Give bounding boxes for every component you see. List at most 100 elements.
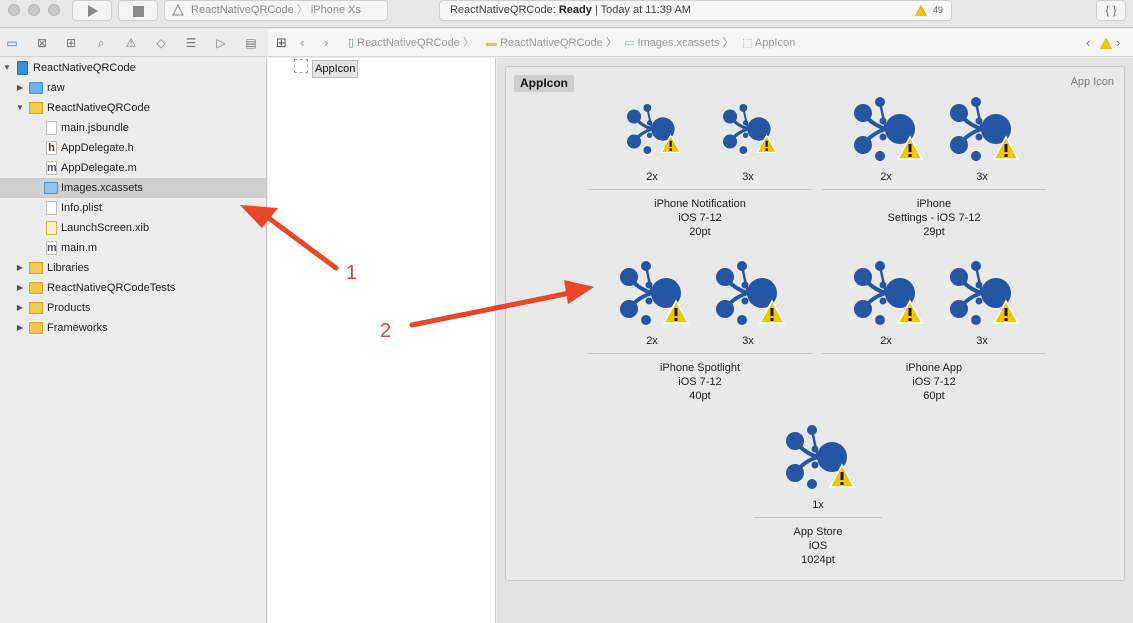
warning-icon[interactable] (1099, 29, 1113, 57)
disclosure-open-icon[interactable]: ▼ (15, 98, 25, 118)
jump-bar: ⊞ ‹ › ▯ ReactNativeQRCode 〉 ▬ ReactNativ… (268, 29, 1133, 57)
toolbar: ReactNativeQRCode 〉 iPhone Xs ReactNativ… (0, 0, 1133, 28)
app-icon-slot[interactable] (627, 104, 682, 154)
stop-button[interactable] (118, 0, 158, 21)
group-platform: Settings - iOS 7-12 (887, 212, 981, 224)
app-target-icon (172, 3, 184, 16)
appicon-set: AppIcon App Icon 2x 3x iPhone Notificati… (505, 66, 1125, 581)
project-navigator: ▼ ReactNativeQRCode ▶ raw ▼ ReactNativeQ… (0, 58, 267, 623)
tree-item-label: Frameworks (47, 322, 108, 334)
breadcrumb-xcassets[interactable]: ▭ Images.xcassets 〉 (624, 29, 733, 57)
asset-catalog-icon (44, 182, 58, 194)
navigator-selector-bar: ▭ ⊠ ⊞ ⌕ ⚠ ◇ ☰ ▷ ▤ (0, 29, 267, 57)
tree-item-label: ReactNativeQRCodeTests (47, 282, 176, 294)
tree-item-raw[interactable]: ▶ raw (0, 78, 266, 98)
disclosure-closed-icon[interactable]: ▶ (15, 318, 25, 338)
debug-navigator-icon[interactable]: ☰ (183, 35, 199, 51)
group-divider (822, 189, 1046, 190)
disclosure-closed-icon[interactable]: ▶ (15, 258, 25, 278)
tree-item-label: ReactNativeQRCode (47, 102, 150, 114)
group-title: iPhone Spotlight (659, 362, 741, 374)
next-issue-icon[interactable]: › (1116, 29, 1120, 57)
activity-viewer: ReactNativeQRCode: Ready | Today at 11:3… (439, 0, 952, 21)
tree-item-group[interactable]: ▼ ReactNativeQRCode (0, 98, 266, 118)
chevron-right-icon: 〉 (605, 37, 617, 49)
chevron-right-icon: 〉 (462, 37, 474, 49)
tree-item-project[interactable]: ▼ ReactNativeQRCode (0, 58, 266, 78)
zoom-window-button[interactable] (48, 4, 60, 16)
group-label-appstore: App Store iOS 1024pt (754, 525, 882, 567)
app-icon-slot[interactable] (950, 97, 1020, 161)
scale-label: 1x (812, 499, 824, 511)
tree-item-appdelegate-h[interactable]: h AppDelegate.h (0, 138, 266, 158)
group-divider (822, 353, 1046, 354)
group-size: 40pt (689, 390, 711, 402)
related-items-icon[interactable]: ⊞ (276, 29, 287, 57)
breakpoint-navigator-icon[interactable]: ▷ (213, 35, 229, 51)
app-icon-slot[interactable] (950, 261, 1020, 325)
warning-count: 49 (932, 5, 943, 15)
breadcrumb-appicon[interactable]: ⬚ AppIcon (742, 29, 795, 57)
app-icon-slot[interactable] (723, 104, 778, 154)
tree-item-images-xcassets[interactable]: Images.xcassets (0, 178, 266, 198)
asset-editor: AppIcon App Icon 2x 3x iPhone Notificati… (497, 58, 1133, 623)
app-icon-slot[interactable] (786, 425, 856, 489)
code-review-button[interactable]: { } (1096, 0, 1126, 21)
app-icon-slot[interactable] (620, 261, 690, 325)
warning-count-badge[interactable]: 49 (915, 1, 943, 20)
tree-item-label: Images.xcassets (61, 182, 143, 194)
scale-label: 2x (880, 335, 892, 347)
tree-item-label: ReactNativeQRCode (33, 62, 136, 74)
tree-item-label: main.jsbundle (61, 122, 129, 134)
minimize-window-button[interactable] (28, 4, 40, 16)
group-divider (588, 353, 812, 354)
scheme-selector[interactable]: ReactNativeQRCode 〉 iPhone Xs (164, 0, 388, 21)
disclosure-closed-icon[interactable]: ▶ (15, 298, 25, 318)
activity-project: ReactNativeQRCode: (450, 4, 556, 16)
group-size: 29pt (923, 226, 945, 238)
group-platform: iOS 7-12 (678, 376, 722, 388)
project-navigator-icon[interactable]: ▭ (4, 35, 20, 51)
issue-navigator-icon[interactable]: ⚠ (123, 35, 139, 51)
tree-item-main-jsbundle[interactable]: main.jsbundle (0, 118, 266, 138)
find-navigator-icon[interactable]: ⌕ (93, 35, 109, 51)
annotation-label-1: 1 (346, 262, 358, 284)
tree-item-libraries[interactable]: ▶ Libraries (0, 258, 266, 278)
disclosure-open-icon[interactable]: ▼ (2, 58, 12, 78)
group-label-spotlight: iPhone Spotlight iOS 7-12 40pt (588, 361, 812, 403)
source-control-navigator-icon[interactable]: ⊠ (34, 35, 50, 51)
folder-yellow-icon (29, 302, 43, 314)
app-icon-slot[interactable] (854, 97, 924, 161)
breadcrumb-project[interactable]: ▯ ReactNativeQRCode 〉 (348, 29, 474, 57)
back-arrow-icon[interactable]: ‹ (300, 29, 304, 57)
tree-item-appdelegate-m[interactable]: m AppDelegate.m (0, 158, 266, 178)
tree-item-frameworks[interactable]: ▶ Frameworks (0, 318, 266, 338)
symbol-navigator-icon[interactable]: ⊞ (63, 35, 79, 51)
tree-item-label: AppDelegate.h (61, 142, 134, 154)
tree-item-launchscreen-xib[interactable]: LaunchScreen.xib (0, 218, 266, 238)
scale-label: 3x (976, 335, 988, 347)
report-navigator-icon[interactable]: ▤ (243, 35, 259, 51)
test-navigator-icon[interactable]: ◇ (153, 35, 169, 51)
asset-item-appicon[interactable]: AppIcon (312, 60, 512, 78)
group-size: 20pt (689, 226, 711, 238)
tree-item-main-m[interactable]: m main.m (0, 238, 266, 258)
project-icon (17, 61, 28, 75)
breadcrumb-group[interactable]: ▬ ReactNativeQRCode 〉 (486, 29, 617, 57)
scale-label: 2x (646, 335, 658, 347)
tree-item-tests[interactable]: ▶ ReactNativeQRCodeTests (0, 278, 266, 298)
disclosure-closed-icon[interactable]: ▶ (15, 278, 25, 298)
app-icon-slot[interactable] (716, 261, 786, 325)
run-button[interactable] (72, 0, 112, 21)
header-file-icon: h (46, 141, 57, 155)
close-window-button[interactable] (8, 4, 20, 16)
project-icon: ▯ (348, 37, 355, 49)
disclosure-closed-icon[interactable]: ▶ (15, 78, 25, 98)
tree-item-info-plist[interactable]: Info.plist (0, 198, 266, 218)
implementation-file-icon: m (46, 161, 57, 175)
forward-arrow-icon[interactable]: › (324, 29, 328, 57)
app-icon-slot[interactable] (854, 261, 924, 325)
previous-issue-icon[interactable]: ‹ (1086, 29, 1090, 57)
tree-item-products[interactable]: ▶ Products (0, 298, 266, 318)
folder-yellow-icon (29, 262, 43, 274)
